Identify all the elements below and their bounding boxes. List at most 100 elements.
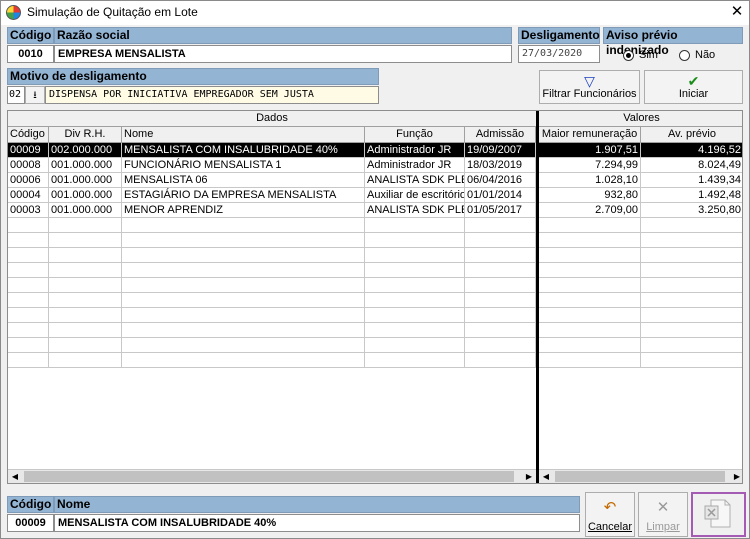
cell-av-previo: [641, 323, 742, 338]
table-row[interactable]: 00006 001.000.000 MENSALISTA 06 ANALISTA SD…: [8, 173, 742, 188]
footer-codigo-field: 00009: [7, 514, 54, 532]
valores-scroll-thumb[interactable]: [555, 471, 725, 482]
col-header-codigo[interactable]: Código: [8, 127, 49, 143]
cell-av-previo: [641, 353, 742, 368]
aviso-nao-radio[interactable]: Não: [679, 49, 715, 61]
cell-div-rh: [49, 353, 122, 368]
motivo-lookup-button[interactable]: ⭳: [25, 86, 45, 104]
cell-admissao: [465, 218, 536, 233]
motivo-description-field: DISPENSA POR INICIATIVA EMPREGADOR SEM J…: [45, 86, 379, 104]
grid-splitter[interactable]: [536, 111, 539, 483]
aviso-sim-radio[interactable]: Sim: [623, 49, 658, 61]
cell-div-rh: [49, 293, 122, 308]
cell-maior-remuneracao: 932,80: [539, 188, 641, 203]
scroll-left-icon[interactable]: ◀: [539, 470, 553, 483]
limpar-button[interactable]: ✕ Limpar: [638, 492, 688, 537]
col-header-admissao[interactable]: Admissão: [465, 127, 536, 143]
filtrar-funcionarios-button[interactable]: ▽ Filtrar Funcionários: [539, 70, 640, 104]
table-row[interactable]: 00008 001.000.000 FUNCIONÁRIO MENSALISTA 1…: [8, 158, 742, 173]
scroll-right-icon[interactable]: ▶: [522, 470, 536, 483]
cell-codigo: [8, 233, 49, 248]
col-header-maior-remuneracao[interactable]: Maior remuneração: [539, 127, 641, 143]
col-header-funcao[interactable]: Função: [365, 127, 465, 143]
scroll-left-icon[interactable]: ◀: [8, 470, 22, 483]
cell-av-previo: 1.439,34: [641, 173, 742, 188]
cell-funcao: [365, 338, 465, 353]
employees-grid[interactable]: Dados Valores Código Div R.H. Nome Funçã…: [7, 110, 743, 484]
footer-nome-field: MENSALISTA COM INSALUBRIDADE 40%: [54, 514, 580, 532]
dados-scroll-thumb[interactable]: [24, 471, 514, 482]
cell-av-previo: [641, 248, 742, 263]
export-excel-button[interactable]: [691, 492, 746, 537]
col-header-nome[interactable]: Nome: [122, 127, 365, 143]
cell-funcao: [365, 218, 465, 233]
cell-av-previo: 8.024,49: [641, 158, 742, 173]
cell-admissao: [465, 278, 536, 293]
cell-funcao: ANALISTA SDK PLENO: [365, 203, 465, 218]
cell-av-previo: [641, 233, 742, 248]
footer-codigo-label: Código: [7, 496, 54, 513]
cell-nome: [122, 353, 365, 368]
table-row[interactable]: 00003 001.000.000 MENOR APRENDIZ ANALISTA S…: [8, 203, 742, 218]
empty-table-row: [8, 218, 742, 233]
cell-funcao: [365, 293, 465, 308]
scroll-right-icon[interactable]: ▶: [730, 470, 742, 483]
cell-codigo: 00003: [8, 203, 49, 218]
cell-nome: MENSALISTA COM INSALUBRIDADE 40%: [122, 143, 365, 158]
cell-div-rh: 001.000.000: [49, 158, 122, 173]
cell-admissao: [465, 293, 536, 308]
empty-table-row: [8, 233, 742, 248]
company-name-field[interactable]: EMPRESA MENSALISTA: [54, 45, 512, 63]
cell-maior-remuneracao: 2.709,00: [539, 203, 641, 218]
codigo-label: Código: [7, 27, 54, 44]
cell-div-rh: 002.000.000: [49, 143, 122, 158]
iniciar-button[interactable]: ✔ Iniciar: [644, 70, 743, 104]
cell-codigo: 00008: [8, 158, 49, 173]
cell-av-previo: [641, 338, 742, 353]
cell-admissao: [465, 338, 536, 353]
cell-funcao: Auxiliar de escritório: [365, 188, 465, 203]
cell-div-rh: [49, 308, 122, 323]
cancelar-button[interactable]: ↶ Cancelar: [585, 492, 635, 537]
cell-admissao: 01/01/2014: [465, 188, 536, 203]
excel-export-icon: [704, 499, 731, 528]
cell-funcao: [365, 308, 465, 323]
cell-codigo: [8, 293, 49, 308]
title-bar: Simulação de Quitação em Lote ✕: [1, 1, 749, 25]
cell-nome: [122, 308, 365, 323]
desligamento-date-field[interactable]: 27/03/2020: [518, 45, 600, 63]
cell-maior-remuneracao: [539, 338, 641, 353]
cell-nome: [122, 323, 365, 338]
empty-table-row: [8, 248, 742, 263]
cell-nome: [122, 248, 365, 263]
cell-div-rh: [49, 338, 122, 353]
empty-table-row: [8, 293, 742, 308]
motivo-code-field[interactable]: 02: [7, 86, 25, 104]
cell-admissao: [465, 353, 536, 368]
cell-admissao: 06/04/2016: [465, 173, 536, 188]
cell-admissao: [465, 233, 536, 248]
cell-nome: [122, 278, 365, 293]
col-header-div-rh[interactable]: Div R.H.: [49, 127, 122, 143]
col-header-av-previo[interactable]: Av. prévio: [641, 127, 742, 143]
valores-horizontal-scrollbar[interactable]: ◀ ▶: [539, 469, 742, 483]
cell-div-rh: 001.000.000: [49, 173, 122, 188]
cell-div-rh: [49, 233, 122, 248]
cell-nome: MENSALISTA 06: [122, 173, 365, 188]
cell-funcao: [365, 278, 465, 293]
close-button[interactable]: ✕: [725, 1, 749, 23]
cell-admissao: 18/03/2019: [465, 158, 536, 173]
cell-funcao: Administrador JR: [365, 143, 465, 158]
table-row[interactable]: 00009 002.000.000 MENSALISTA COM INSALUBRI…: [8, 143, 742, 158]
razao-social-label: Razão social: [54, 27, 512, 44]
table-row[interactable]: 00004 001.000.000 ESTAGIÁRIO DA EMPRESA ME…: [8, 188, 742, 203]
cell-admissao: [465, 263, 536, 278]
undo-icon: ↶: [603, 499, 617, 516]
company-code-field[interactable]: 0010: [7, 45, 54, 63]
window-title: Simulação de Quitação em Lote: [27, 5, 198, 19]
cell-funcao: [365, 323, 465, 338]
cell-av-previo: [641, 278, 742, 293]
cell-maior-remuneracao: [539, 233, 641, 248]
dados-horizontal-scrollbar[interactable]: ◀ ▶: [8, 469, 536, 483]
empty-table-row: [8, 338, 742, 353]
